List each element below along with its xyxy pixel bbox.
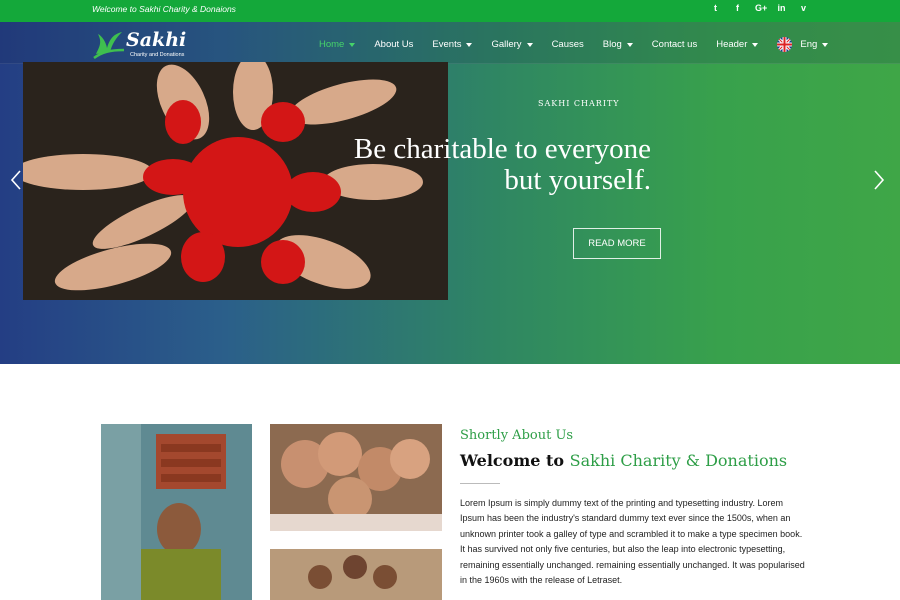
- caret-down-icon: [822, 42, 829, 47]
- hero-headline: Be charitable to everyone but yourself.: [331, 134, 651, 196]
- main-navbar: Sakhi Charity and Donations Home About U…: [0, 22, 900, 64]
- headline-line: Be charitable to everyone: [353, 133, 651, 165]
- about-title: Welcome to Sakhi Charity & Donations: [460, 451, 787, 470]
- hero-eyebrow: SAKHI CHARITY: [538, 99, 620, 108]
- title-prefix: Welcome to: [460, 451, 565, 470]
- about-image-smiling-children: [270, 424, 442, 531]
- linkedin-icon[interactable]: in: [777, 3, 786, 13]
- chevron-right-icon[interactable]: [872, 169, 886, 191]
- nav-label: Contact us: [651, 39, 698, 50]
- google-plus-icon[interactable]: G+: [755, 3, 767, 13]
- headline-line: but yourself.: [504, 164, 651, 196]
- title-accent: Sakhi Charity & Donations: [569, 451, 788, 470]
- nav-label: Home: [319, 39, 345, 50]
- vimeo-icon[interactable]: v: [799, 3, 808, 13]
- about-image-child-bricks: [101, 424, 252, 600]
- nav-item-header[interactable]: Header: [716, 39, 759, 50]
- hands-logo-icon: [93, 32, 125, 60]
- main-menu: Home About Us Events Gallery Causes Blog…: [319, 37, 847, 52]
- hero-slider: Sakhi Charity and Donations Home About U…: [0, 22, 900, 364]
- caret-down-icon: [349, 42, 356, 47]
- site-logo[interactable]: Sakhi Charity and Donations: [92, 28, 202, 60]
- chevron-left-icon[interactable]: [9, 169, 23, 191]
- nav-item-home[interactable]: Home: [319, 39, 356, 50]
- logo-tagline: Charity and Donations: [130, 52, 185, 58]
- facebook-icon[interactable]: f: [733, 3, 742, 13]
- nav-label: Gallery: [491, 39, 522, 50]
- nav-label: Header: [716, 39, 748, 50]
- caret-down-icon: [752, 42, 759, 47]
- nav-item-events[interactable]: Events: [432, 39, 473, 50]
- read-more-button[interactable]: READ MORE: [573, 228, 661, 259]
- nav-item-blog[interactable]: Blog: [603, 39, 633, 50]
- nav-item-causes[interactable]: Causes: [552, 39, 584, 50]
- social-links: t f G+ in v: [711, 3, 808, 13]
- nav-item-gallery[interactable]: Gallery: [491, 39, 533, 50]
- caret-down-icon: [626, 42, 633, 47]
- caret-down-icon: [526, 42, 533, 47]
- top-bar: Welcome to Sakhi Charity & Donaions t f …: [0, 0, 900, 22]
- logo-name: Sakhi: [126, 29, 187, 51]
- about-paragraph: Lorem Ipsum is simply dummy text of the …: [460, 498, 805, 586]
- uk-flag-icon: [777, 37, 793, 52]
- language-label: Eng: [800, 39, 818, 50]
- nav-label: Events: [432, 39, 462, 50]
- nav-item-about[interactable]: About Us: [374, 39, 413, 50]
- title-divider: [460, 483, 500, 484]
- nav-label: About Us: [374, 39, 414, 50]
- about-subtitle: Shortly About Us: [460, 428, 574, 443]
- about-image-three-children: [270, 549, 442, 600]
- twitter-icon[interactable]: t: [711, 3, 720, 13]
- nav-label: Blog: [602, 39, 622, 50]
- welcome-text: Welcome to Sakhi Charity & Donaions: [92, 4, 236, 14]
- language-selector[interactable]: Eng: [777, 37, 829, 52]
- nav-item-contact[interactable]: Contact us: [652, 39, 697, 50]
- caret-down-icon: [466, 42, 473, 47]
- nav-label: Causes: [551, 39, 584, 50]
